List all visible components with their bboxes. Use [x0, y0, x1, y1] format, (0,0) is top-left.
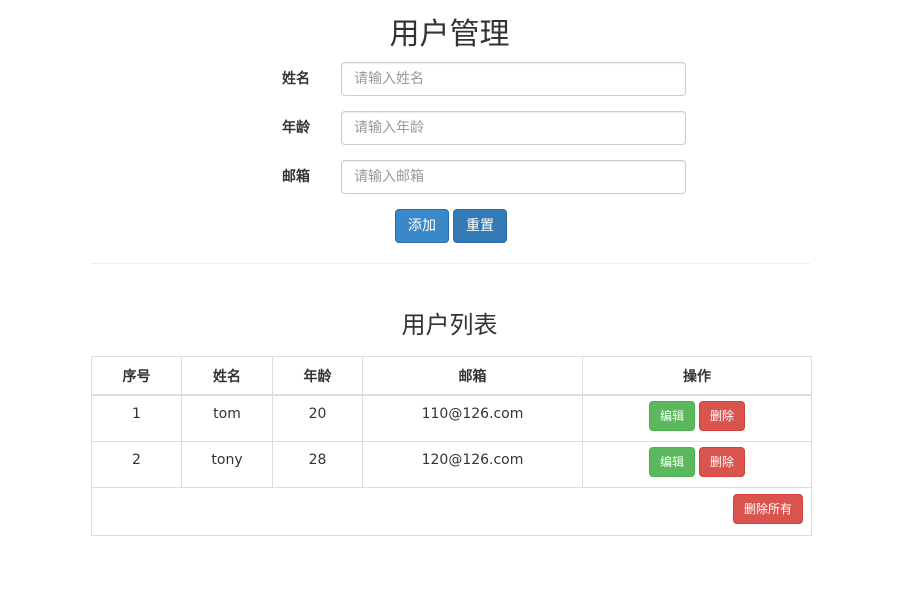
email-label: 邮箱 [282, 169, 310, 185]
column-header-email: 邮箱 [362, 356, 583, 396]
name-label: 姓名 [282, 71, 310, 87]
delete-button[interactable]: 删除 [699, 447, 745, 477]
table-header-row: 序号 姓名 年龄 邮箱 操作 [91, 356, 812, 396]
table-footer-row: 删除所有 [91, 486, 812, 536]
user-table: 序号 姓名 年龄 邮箱 操作 1 tom 20 110@126.com 编辑 删… [91, 356, 812, 536]
age-label: 年龄 [282, 120, 310, 136]
email-input[interactable] [341, 160, 686, 194]
reset-button[interactable]: 重置 [453, 209, 507, 243]
cell-email: 110@126.com [362, 394, 583, 442]
column-header-name: 姓名 [181, 356, 273, 396]
cell-actions: 编辑 删除 [582, 394, 812, 442]
cell-actions: 编辑 删除 [582, 440, 812, 488]
edit-button[interactable]: 编辑 [649, 401, 695, 432]
add-button[interactable]: 添加 [395, 209, 449, 243]
form-row-email: 邮箱 [0, 160, 899, 194]
column-header-actions: 操作 [582, 356, 812, 396]
table-footer-cell: 删除所有 [91, 486, 812, 536]
table-row: 1 tom 20 110@126.com 编辑 删除 [91, 394, 812, 442]
cell-email: 120@126.com [362, 440, 583, 488]
delete-all-button[interactable]: 删除所有 [733, 494, 803, 524]
cell-name: tony [181, 440, 273, 488]
cell-age: 28 [272, 440, 363, 488]
list-title: 用户列表 [401, 311, 498, 339]
name-input[interactable] [341, 62, 686, 96]
column-header-index: 序号 [91, 356, 182, 396]
table-row: 2 tony 28 120@126.com 编辑 删除 [91, 440, 812, 488]
column-header-age: 年龄 [272, 356, 363, 396]
delete-button[interactable]: 删除 [699, 401, 745, 432]
form-row-name: 姓名 [0, 62, 899, 96]
cell-name: tom [181, 394, 273, 442]
cell-age: 20 [272, 394, 363, 442]
cell-index: 1 [91, 394, 182, 442]
section-divider [91, 263, 810, 264]
age-input[interactable] [341, 111, 686, 145]
page-title: 用户管理 [389, 17, 510, 52]
edit-button[interactable]: 编辑 [649, 447, 695, 477]
cell-index: 2 [91, 440, 182, 488]
form-row-age: 年龄 [0, 111, 899, 145]
page: 用户管理 姓名 年龄 邮箱 添加 重置 用户列表 序号 姓名 年龄 邮箱 操作 [0, 0, 899, 610]
